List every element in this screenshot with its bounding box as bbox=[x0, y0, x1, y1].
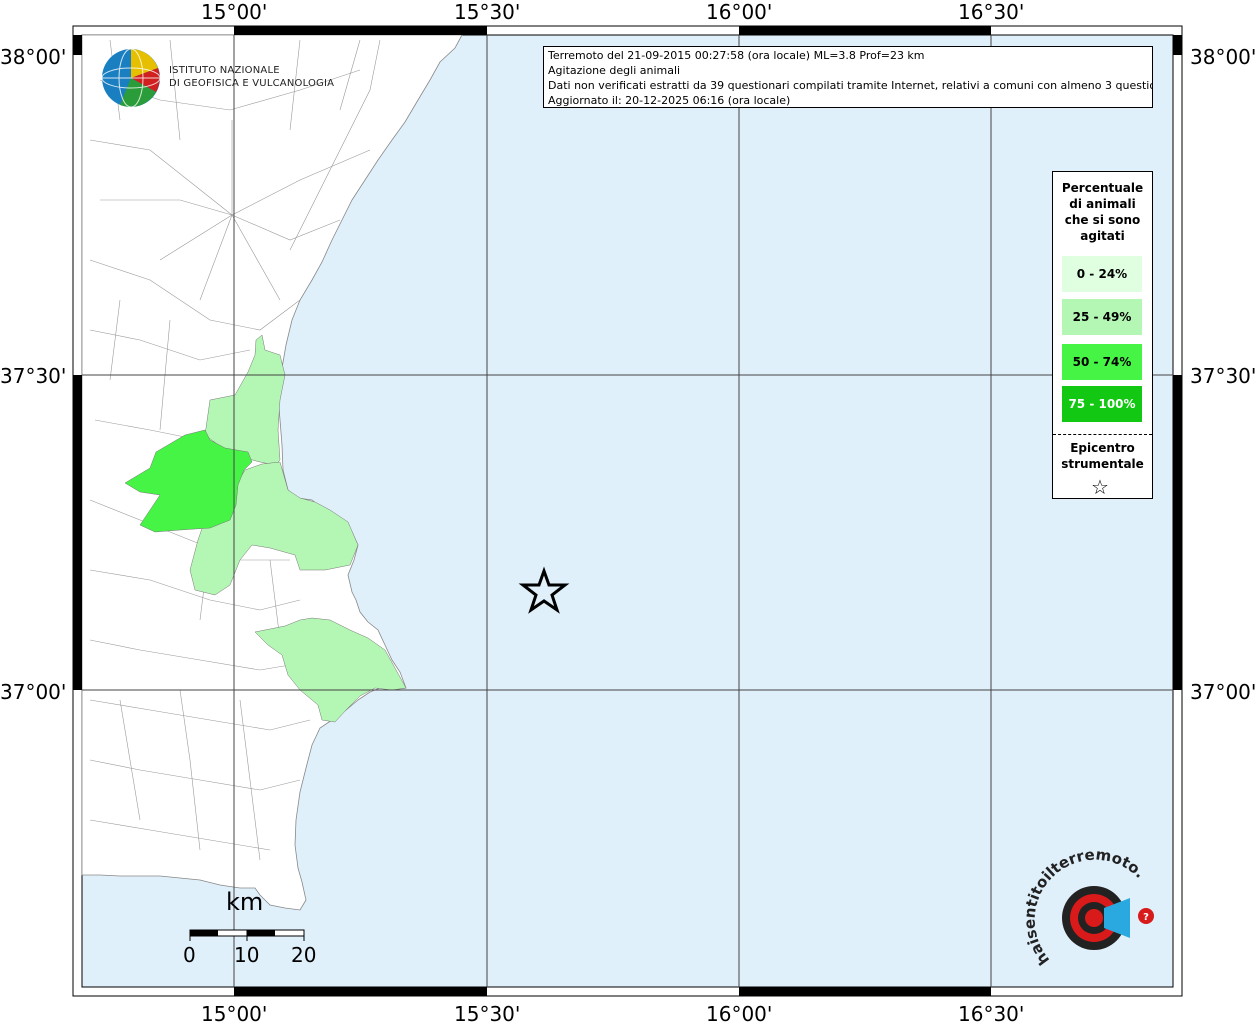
info-data-note: Dati non verificati estratti da 39 quest… bbox=[548, 79, 1153, 92]
top-tick-4: 16°30' bbox=[958, 0, 1025, 24]
bottom-tick-3: 16°00' bbox=[706, 1002, 773, 1026]
scale-label-0: 0 bbox=[183, 943, 196, 967]
left-tick-2: 37°30' bbox=[0, 364, 67, 388]
legend-class-0-24: 0 - 24% bbox=[1062, 256, 1142, 292]
scale-title: km bbox=[226, 888, 264, 916]
right-tick-3: 37°00' bbox=[1190, 680, 1255, 704]
legend-class-75-100: 75 - 100% bbox=[1062, 386, 1142, 422]
left-tick-3: 37°00' bbox=[0, 680, 67, 704]
svg-text:?: ? bbox=[1143, 912, 1149, 923]
bottom-tick-4: 16°30' bbox=[958, 1002, 1025, 1026]
info-updated: Aggiornato il: 20-12-2025 06:16 (ora loc… bbox=[548, 94, 791, 107]
legend-class-50-74: 50 - 74% bbox=[1062, 344, 1142, 380]
legend-class-25-49: 25 - 49% bbox=[1062, 299, 1142, 335]
left-tick-1: 38°00' bbox=[0, 45, 67, 69]
right-tick-2: 37°30' bbox=[1190, 364, 1255, 388]
right-tick-1: 38°00' bbox=[1190, 45, 1255, 69]
map-info-box: Terremoto del 21-09-2015 00:27:58 (ora l… bbox=[543, 46, 1153, 108]
legend-separator bbox=[1053, 434, 1152, 435]
bottom-tick-2: 15°30' bbox=[454, 1002, 521, 1026]
info-subtitle: Agitazione degli animali bbox=[548, 64, 681, 77]
top-tick-1: 15°00' bbox=[201, 0, 268, 24]
legend-title: Percentuale di animali che si sono agita… bbox=[1061, 181, 1144, 243]
info-title: Terremoto del 21-09-2015 00:27:58 (ora l… bbox=[548, 49, 925, 62]
legend-panel: Percentuale di animali che si sono agita… bbox=[1052, 171, 1153, 499]
map-canvas[interactable]: ? haisentitoilterremoto.it bbox=[0, 0, 1255, 1024]
legend-star-icon: ☆ bbox=[1091, 475, 1109, 499]
ingv-logo-text: ISTITUTO NAZIONALE DI GEOFISICA E VULCAN… bbox=[169, 65, 335, 89]
scale-label-20: 20 bbox=[291, 943, 317, 967]
top-tick-3: 16°00' bbox=[706, 0, 773, 24]
scale-label-10: 10 bbox=[234, 943, 260, 967]
top-tick-2: 15°30' bbox=[454, 0, 521, 24]
legend-epicenter-label: Epicentro strumentale bbox=[1061, 441, 1144, 471]
bottom-tick-1: 15°00' bbox=[201, 1002, 268, 1026]
ingv-logo-icon bbox=[101, 48, 161, 108]
